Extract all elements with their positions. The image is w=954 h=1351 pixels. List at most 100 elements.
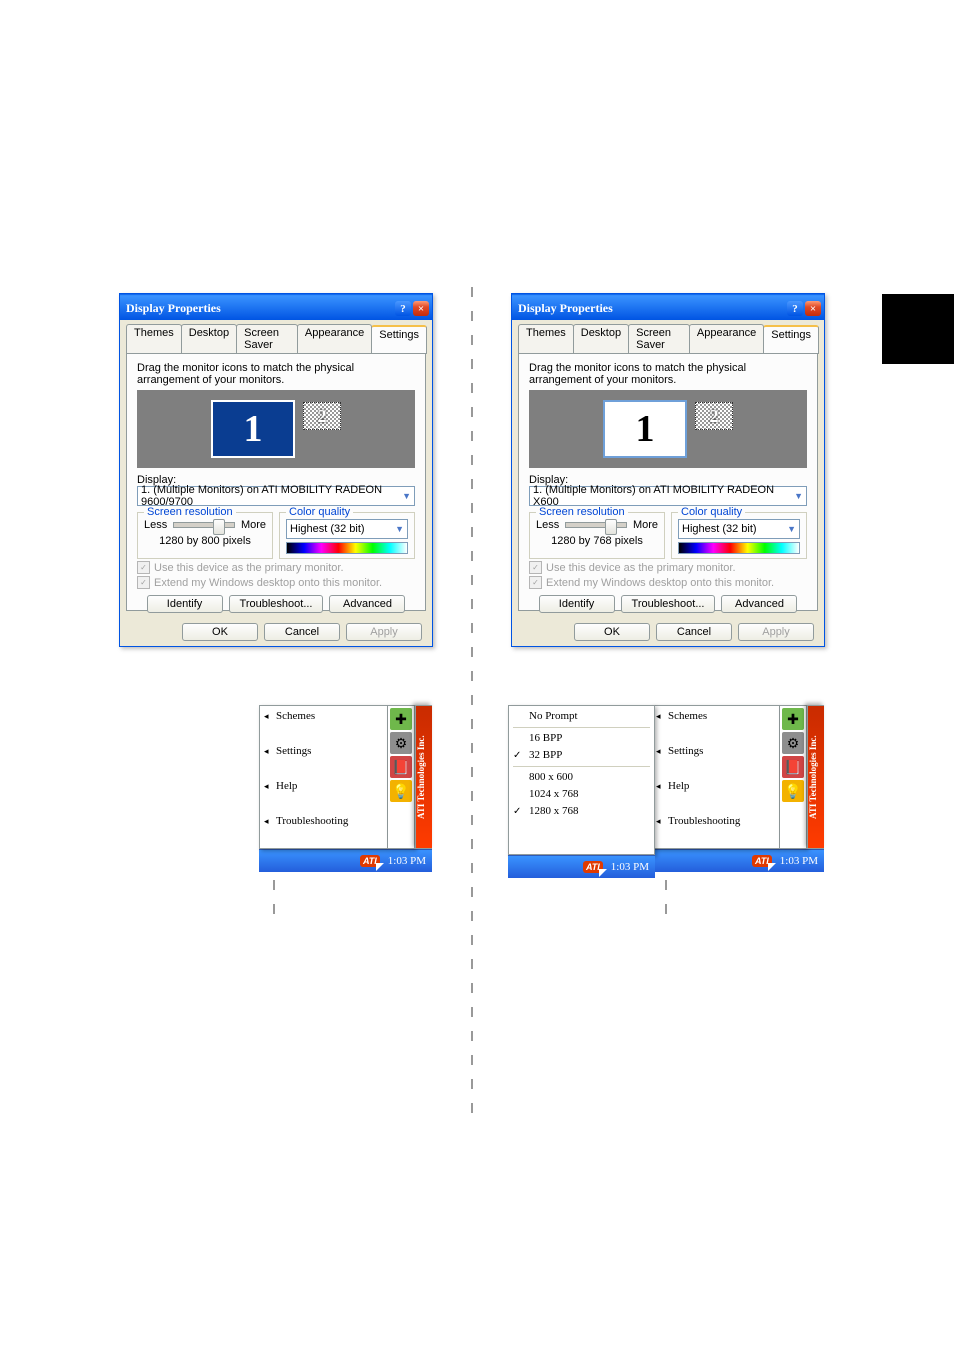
ok-button[interactable]: OK	[182, 623, 258, 641]
troubleshoot-button[interactable]: Troubleshoot...	[229, 595, 324, 613]
menu-label: 1024 x 768	[529, 789, 579, 800]
display-value: 1. (Multiple Monitors) on ATI MOBILITY R…	[533, 484, 794, 508]
extend-desktop-checkbox-row[interactable]: ✓ Extend my Windows desktop onto this mo…	[137, 576, 415, 589]
taskbar[interactable]: ATI 1:03 PM	[259, 849, 432, 872]
menu-label: Help	[668, 781, 689, 792]
monitor-1-icon[interactable]: 1	[603, 400, 687, 458]
menu-label: No Prompt	[529, 711, 578, 722]
menu-item-no-prompt[interactable]: No Prompt	[509, 708, 654, 725]
submenu-arrow-icon: ◂	[656, 782, 662, 791]
menu-item-troubleshooting[interactable]: ◂Troubleshooting	[652, 813, 779, 830]
monitor-2-icon[interactable]: 2	[303, 402, 341, 430]
tab-desktop[interactable]: Desktop	[181, 324, 237, 353]
tab-settings[interactable]: Settings	[371, 325, 427, 354]
menu-item-1280x768[interactable]: ✓1280 x 768	[509, 803, 654, 820]
menu-label: Troubleshooting	[276, 816, 348, 827]
ati-tray-icon[interactable]: ATI	[752, 855, 772, 867]
settings-icon[interactable]: ⚙	[782, 732, 804, 754]
help-button[interactable]: ?	[395, 301, 411, 316]
color-quality-combobox[interactable]: Highest (32 bit) ▼	[678, 519, 800, 539]
ati-sidebar-logo: ATI Technologies Inc.	[415, 705, 432, 849]
identify-button[interactable]: Identify	[539, 595, 615, 613]
menu-item-1024x768[interactable]: 1024 x 768	[509, 786, 654, 803]
tab-themes[interactable]: Themes	[518, 324, 574, 353]
tab-appearance[interactable]: Appearance	[689, 324, 764, 353]
resolution-value: 1280 by 768 pixels	[536, 535, 658, 547]
resolution-slider[interactable]	[173, 522, 235, 528]
menu-item-settings[interactable]: ◂Settings	[652, 743, 779, 760]
ok-button[interactable]: OK	[574, 623, 650, 641]
help-button[interactable]: ?	[787, 301, 803, 316]
menu-item-help[interactable]: ◂Help	[260, 778, 387, 795]
color-quality-group: Color quality Highest (32 bit) ▼	[279, 512, 415, 559]
settings-icon[interactable]: ⚙	[390, 732, 412, 754]
menu-separator	[513, 727, 650, 728]
taskbar[interactable]: ATI 1:03 PM	[508, 855, 655, 878]
apply-button[interactable]: Apply	[346, 623, 422, 641]
ati-tray-icon[interactable]: ATI	[583, 861, 603, 873]
taskbar[interactable]: ATI 1:03 PM	[651, 849, 824, 872]
help-icon[interactable]: 📕	[782, 756, 804, 778]
submenu-arrow-icon: ◂	[656, 712, 662, 721]
titlebar[interactable]: Display Properties ? ×	[512, 294, 824, 320]
menu-item-help[interactable]: ◂ Help	[652, 778, 779, 795]
ati-icon-column: ✚ ⚙ 📕 💡	[780, 705, 807, 849]
menu-item-32bpp[interactable]: ✓32 BPP	[509, 747, 654, 764]
chevron-down-icon: ▼	[402, 491, 411, 501]
drag-hint: Drag the monitor icons to match the phys…	[529, 362, 807, 386]
help-icon[interactable]: 📕	[390, 756, 412, 778]
ati-resolution-submenu: No Prompt 16 BPP ✓32 BPP 800 x 600 1024 …	[508, 705, 655, 878]
tab-themes[interactable]: Themes	[126, 324, 182, 353]
color-quality-combobox[interactable]: Highest (32 bit) ▼	[286, 519, 408, 539]
settings-panel: Drag the monitor icons to match the phys…	[126, 353, 426, 611]
menu-item-800x600[interactable]: 800 x 600	[509, 769, 654, 786]
tab-desktop[interactable]: Desktop	[573, 324, 629, 353]
titlebar[interactable]: Display Properties ? ×	[120, 294, 432, 320]
primary-monitor-checkbox-row[interactable]: ✓ Use this device as the primary monitor…	[137, 561, 415, 574]
scheme-icon[interactable]: ✚	[782, 708, 804, 730]
menu-item-troubleshooting[interactable]: ◂Troubleshooting	[260, 813, 387, 830]
slider-thumb[interactable]	[213, 519, 225, 535]
advanced-button[interactable]: Advanced	[329, 595, 405, 613]
tab-screen-saver[interactable]: Screen Saver	[236, 324, 298, 353]
taskbar-clock: 1:03 PM	[780, 855, 818, 867]
close-button[interactable]: ×	[805, 301, 821, 316]
tab-appearance[interactable]: Appearance	[297, 324, 372, 353]
monitor-2-icon[interactable]: 2	[695, 402, 733, 430]
display-combobox[interactable]: 1. (Multiple Monitors) on ATI MOBILITY R…	[137, 486, 415, 506]
troubleshoot-button[interactable]: Troubleshoot...	[621, 595, 716, 613]
troubleshoot-icon[interactable]: 💡	[390, 780, 412, 802]
primary-monitor-checkbox-row[interactable]: ✓ Use this device as the primary monitor…	[529, 561, 807, 574]
slider-thumb[interactable]	[605, 519, 617, 535]
menu-item-16bpp[interactable]: 16 BPP	[509, 730, 654, 747]
tab-strip: Themes Desktop Screen Saver Appearance S…	[126, 324, 426, 353]
identify-button[interactable]: Identify	[147, 595, 223, 613]
troubleshoot-icon[interactable]: 💡	[782, 780, 804, 802]
screen-resolution-legend: Screen resolution	[536, 506, 628, 518]
cancel-button[interactable]: Cancel	[656, 623, 732, 641]
tab-settings[interactable]: Settings	[763, 325, 819, 354]
menu-item-schemes[interactable]: ◂Schemes	[652, 708, 779, 725]
monitor-arrange-area[interactable]: 1 2	[137, 390, 415, 468]
cancel-button[interactable]: Cancel	[264, 623, 340, 641]
check-icon: ✓	[513, 751, 523, 761]
checkbox-icon: ✓	[529, 576, 542, 589]
scheme-icon[interactable]: ✚	[390, 708, 412, 730]
menu-item-schemes[interactable]: ◂Schemes	[260, 708, 387, 725]
menu-item-settings[interactable]: ◂Settings	[260, 743, 387, 760]
display-combobox[interactable]: 1. (Multiple Monitors) on ATI MOBILITY R…	[529, 486, 807, 506]
tab-screen-saver[interactable]: Screen Saver	[628, 324, 690, 353]
resolution-slider[interactable]	[565, 522, 627, 528]
apply-button[interactable]: Apply	[738, 623, 814, 641]
drag-hint: Drag the monitor icons to match the phys…	[137, 362, 415, 386]
divider-dashed-main	[471, 287, 473, 1117]
close-button[interactable]: ×	[413, 301, 429, 316]
advanced-button[interactable]: Advanced	[721, 595, 797, 613]
monitor-1-icon[interactable]: 1	[211, 400, 295, 458]
monitor-arrange-area[interactable]: 1 2	[529, 390, 807, 468]
menu-separator	[513, 766, 650, 767]
ati-tray-icon[interactable]: ATI	[360, 855, 380, 867]
ati-menu: ◂Schemes ◂Settings ◂Help ◂Troubleshootin…	[651, 705, 780, 849]
extend-desktop-checkbox-row[interactable]: ✓ Extend my Windows desktop onto this mo…	[529, 576, 807, 589]
menu-label: Settings	[668, 746, 703, 757]
